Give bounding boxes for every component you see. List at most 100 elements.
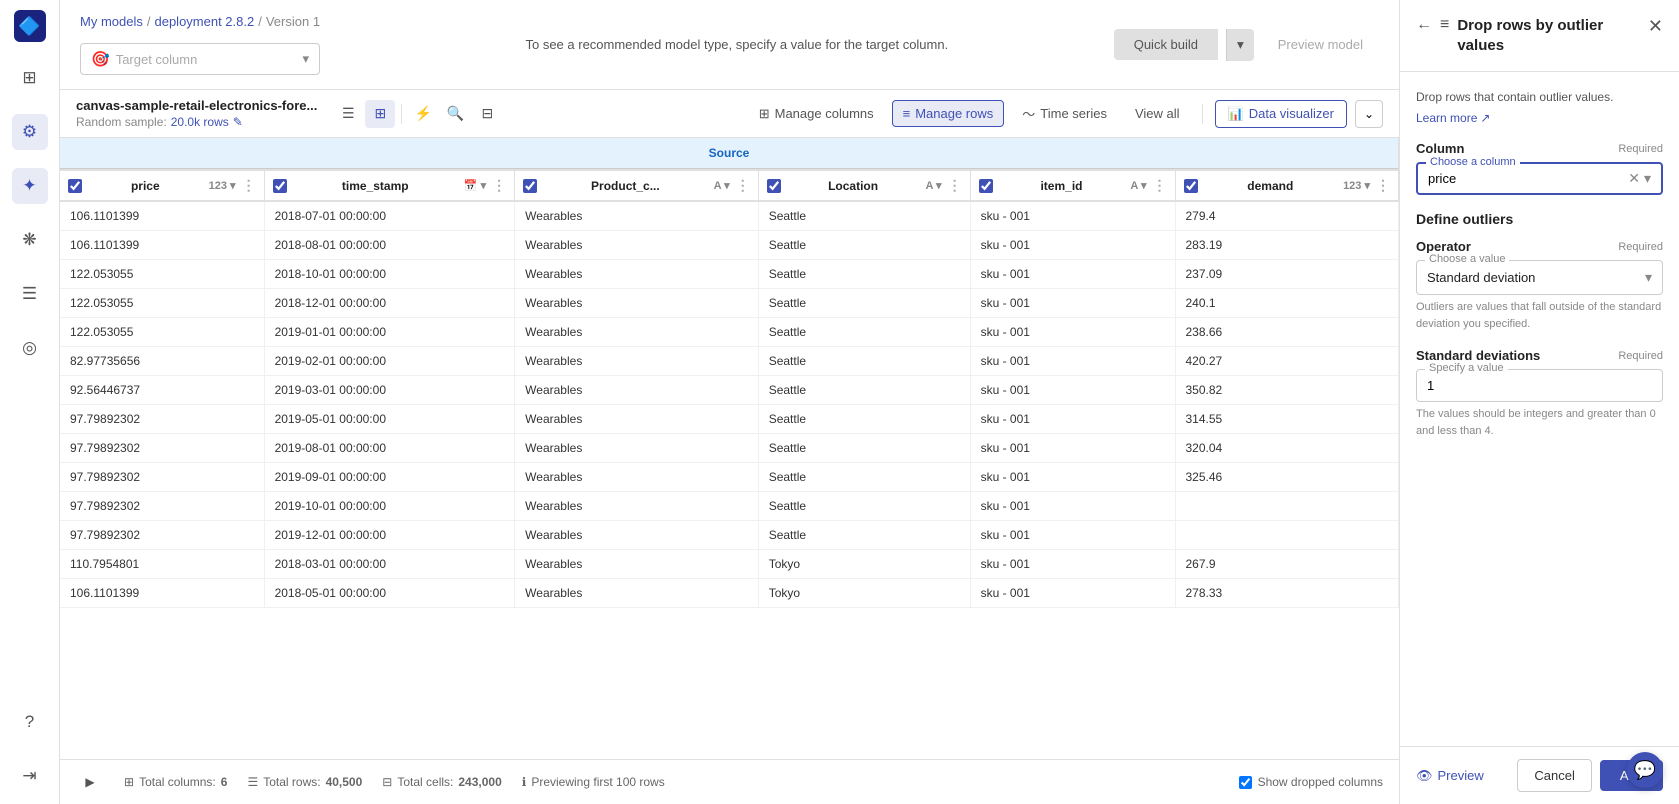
filter-button[interactable]: ⚡	[408, 100, 438, 128]
cell-demand: 420.27	[1175, 347, 1399, 376]
column-label-row: Column Required	[1416, 141, 1663, 156]
cell-demand: 283.19	[1175, 231, 1399, 260]
col-checkbox-item-id[interactable]	[979, 179, 993, 193]
col-type-product: A ▾	[714, 179, 730, 192]
sidebar-icon-logout[interactable]: ⇥	[12, 758, 48, 794]
col-menu-timestamp[interactable]: ⋮	[492, 177, 506, 194]
col-name-product: Product_c...	[541, 179, 709, 193]
cell-item_id: sku - 001	[970, 376, 1175, 405]
view-all-button[interactable]: View all	[1125, 101, 1190, 126]
panel-description: Drop rows that contain outlier values.	[1416, 88, 1663, 106]
cell-time_stamp: 2019-09-01 00:00:00	[264, 463, 515, 492]
col-menu-location[interactable]: ⋮	[948, 177, 962, 194]
cell-product: Wearables	[515, 376, 759, 405]
col-header-price: price 123 ▾ ⋮	[60, 170, 264, 201]
operator-label: Operator	[1416, 239, 1471, 254]
chat-bubble[interactable]: 💬	[1627, 752, 1663, 788]
panel-back-button[interactable]: ←	[1416, 16, 1432, 34]
column-input-group[interactable]: Choose a column ✕ ▾	[1416, 162, 1663, 195]
table-container[interactable]: Source price 123 ▾ ⋮	[60, 138, 1399, 759]
breadcrumb-deployment[interactable]: deployment 2.8.2	[154, 14, 254, 29]
col-checkbox-product[interactable]	[523, 179, 537, 193]
data-visualizer-label: Data visualizer	[1249, 106, 1334, 121]
grid-view-button[interactable]: ⊞	[365, 100, 395, 128]
table-row: 122.0530552018-12-01 00:00:00WearablesSe…	[60, 289, 1399, 318]
sidebar-icon-ai[interactable]: ✦	[12, 168, 48, 204]
std-dev-input-group[interactable]: Specify a value	[1416, 369, 1663, 402]
cancel-button[interactable]: Cancel	[1517, 759, 1591, 792]
preview-rows-label: Previewing first 100 rows	[531, 775, 664, 789]
col-type-demand: 123 ▾	[1343, 179, 1370, 192]
breadcrumb-my-models[interactable]: My models	[80, 14, 143, 29]
expand-button[interactable]: ⌄	[1355, 100, 1383, 128]
col-menu-product[interactable]: ⋮	[736, 177, 750, 194]
time-series-label: Time series	[1040, 106, 1107, 121]
sidebar-icon-home[interactable]: ⊞	[12, 60, 48, 96]
quick-build-arrow-button[interactable]: ▾	[1226, 29, 1254, 61]
table-body: 106.11013992018-07-01 00:00:00WearablesS…	[60, 201, 1399, 608]
cell-time_stamp: 2018-10-01 00:00:00	[264, 260, 515, 289]
cell-product: Wearables	[515, 289, 759, 318]
col-name-item-id: item_id	[997, 179, 1127, 193]
col-checkbox-location[interactable]	[767, 179, 781, 193]
sidebar-icon-list[interactable]: ☰	[12, 276, 48, 312]
toolbar-icons: ☰ ⊞ ⚡ 🔍 ⊟	[333, 100, 502, 128]
col-checkbox-timestamp[interactable]	[273, 179, 287, 193]
cell-price: 122.053055	[60, 260, 264, 289]
columns-list-button[interactable]: ⊟	[472, 100, 502, 128]
search-button[interactable]: 🔍	[440, 100, 470, 128]
cell-demand: 325.46	[1175, 463, 1399, 492]
sample-count-link[interactable]: 20.0k rows	[171, 115, 229, 129]
column-input[interactable]	[1428, 171, 1624, 186]
preview-info-icon: ℹ	[522, 775, 527, 789]
cell-price: 106.1101399	[60, 579, 264, 608]
edit-sample-icon[interactable]: ✎	[233, 115, 243, 129]
sidebar-icon-help[interactable]: ?	[12, 704, 48, 740]
data-visualizer-button[interactable]: 📊 Data visualizer	[1215, 100, 1347, 128]
std-dev-section: Standard deviations Required Specify a v…	[1416, 348, 1663, 439]
col-checkbox-price[interactable]	[68, 179, 82, 193]
operator-select[interactable]: Standard deviation IQR (Interquartile Ra…	[1427, 270, 1645, 285]
table-row: 122.0530552018-10-01 00:00:00WearablesSe…	[60, 260, 1399, 289]
cell-product: Wearables	[515, 521, 759, 550]
manage-rows-button[interactable]: ≡ Manage rows	[892, 100, 1005, 127]
col-menu-price[interactable]: ⋮	[242, 177, 256, 194]
cell-price: 97.79892302	[60, 521, 264, 550]
cell-item_id: sku - 001	[970, 579, 1175, 608]
cell-product: Wearables	[515, 201, 759, 231]
sidebar-icon-nodes[interactable]: ❋	[12, 222, 48, 258]
show-dropped-checkbox[interactable]	[1239, 776, 1252, 789]
cell-time_stamp: 2019-05-01 00:00:00	[264, 405, 515, 434]
cell-location: Seattle	[758, 260, 970, 289]
cell-product: Wearables	[515, 463, 759, 492]
cell-time_stamp: 2018-08-01 00:00:00	[264, 231, 515, 260]
expand-col-button[interactable]: ▶	[76, 768, 104, 796]
std-dev-label-row: Standard deviations Required	[1416, 348, 1663, 363]
std-dev-input[interactable]	[1427, 378, 1652, 393]
manage-columns-button[interactable]: ⊞ Manage columns	[749, 101, 884, 127]
target-column-select[interactable]: 🎯 Target column ▾	[80, 43, 320, 75]
time-series-button[interactable]: 〜 Time series	[1012, 99, 1117, 128]
cell-price: 110.7954801	[60, 550, 264, 579]
list-view-button[interactable]: ☰	[333, 100, 363, 128]
sidebar-icon-toggle[interactable]: ◎	[12, 330, 48, 366]
col-menu-demand[interactable]: ⋮	[1376, 177, 1390, 194]
cell-price: 97.79892302	[60, 405, 264, 434]
column-dropdown-button[interactable]: ▾	[1644, 170, 1651, 187]
col-checkbox-demand[interactable]	[1184, 179, 1198, 193]
operator-select-group[interactable]: Choose a value Standard deviation IQR (I…	[1416, 260, 1663, 295]
cell-item_id: sku - 001	[970, 434, 1175, 463]
left-sidebar: 🔷 ⊞ ⚙ ✦ ❋ ☰ ◎ ? ⇥	[0, 0, 60, 804]
toolbar-divider-2	[1202, 104, 1203, 124]
cell-price: 122.053055	[60, 289, 264, 318]
preview-button[interactable]: 👁 Preview	[1416, 768, 1509, 784]
quick-build-button[interactable]: Quick build	[1114, 29, 1218, 60]
column-clear-button[interactable]: ✕	[1628, 170, 1640, 187]
cell-item_id: sku - 001	[970, 347, 1175, 376]
learn-more-link[interactable]: Learn more ↗	[1416, 111, 1490, 125]
sidebar-icon-settings[interactable]: ⚙	[12, 114, 48, 150]
time-series-icon: 〜	[1022, 104, 1035, 123]
panel-close-button[interactable]: ✕	[1648, 16, 1663, 37]
preview-model-button[interactable]: Preview model	[1262, 29, 1379, 60]
col-menu-item-id[interactable]: ⋮	[1153, 177, 1167, 194]
